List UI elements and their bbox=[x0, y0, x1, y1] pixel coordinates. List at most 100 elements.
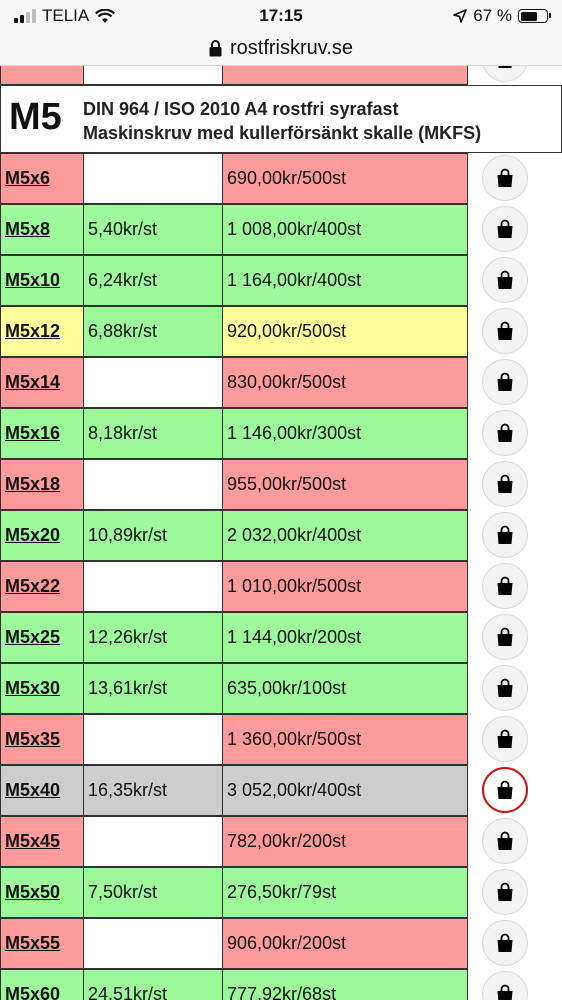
shopping-bag-icon bbox=[497, 321, 513, 340]
product-name-cell: M5x16 bbox=[0, 408, 84, 459]
product-type: Maskinskruv med kullerförsänkt skalle (M… bbox=[83, 123, 482, 143]
shopping-bag-icon bbox=[497, 678, 513, 697]
pack-price-cell: 2 032,00kr/400st bbox=[222, 510, 468, 561]
size-code: M5 bbox=[9, 96, 62, 138]
status-indicators: 67 % bbox=[453, 6, 551, 26]
product-link[interactable]: M5x50 bbox=[5, 882, 60, 903]
product-name-cell: M5x45 bbox=[0, 816, 84, 867]
product-link[interactable]: M5x45 bbox=[5, 831, 60, 852]
product-name-cell: M5x12 bbox=[0, 306, 84, 357]
product-name-cell: M5x40 bbox=[0, 765, 84, 816]
shopping-bag-icon bbox=[497, 882, 513, 901]
product-link[interactable]: M5x16 bbox=[5, 423, 60, 444]
product-name-cell: M5x60 bbox=[0, 969, 84, 1000]
table-row: M5x6 690,00kr/500st bbox=[0, 153, 562, 204]
product-name-cell: M5x50 bbox=[0, 867, 84, 918]
shopping-bag-icon bbox=[497, 576, 513, 595]
pack-price-cell: 1 146,00kr/300st bbox=[222, 408, 468, 459]
table-row: M5x18 955,00kr/500st bbox=[0, 459, 562, 510]
add-to-cart-button[interactable] bbox=[482, 359, 528, 405]
shopping-bag-icon bbox=[497, 168, 513, 187]
status-bar: TELIA 17:15 67 % bbox=[0, 0, 562, 32]
product-link[interactable]: M5x8 bbox=[5, 219, 50, 240]
pack-price-cell: 1 360,00kr/500st bbox=[222, 714, 468, 765]
product-link[interactable]: M5x30 bbox=[5, 678, 60, 699]
location-arrow-icon bbox=[453, 9, 468, 23]
section-description: DIN 964 / ISO 2010 A4 rostfri syrafast M… bbox=[83, 97, 481, 145]
add-to-cart-button[interactable] bbox=[482, 461, 528, 507]
shopping-bag-icon bbox=[497, 525, 513, 544]
product-name-cell: M5x20 bbox=[0, 510, 84, 561]
unit-price-cell bbox=[83, 561, 223, 612]
product-name-cell: M5x55 bbox=[0, 918, 84, 969]
table-row: M5x25 12,26kr/st 1 144,00kr/200st bbox=[0, 612, 562, 663]
product-link[interactable]: M5x20 bbox=[5, 525, 60, 546]
table-row: M5x14 830,00kr/500st bbox=[0, 357, 562, 408]
add-to-cart-button[interactable] bbox=[482, 155, 528, 201]
pack-price-cell: 635,00kr/100st bbox=[222, 663, 468, 714]
product-name-cell: M5x8 bbox=[0, 204, 84, 255]
url-domain: rostfriskruv.se bbox=[230, 37, 353, 59]
add-to-cart-button[interactable] bbox=[482, 614, 528, 660]
product-link[interactable]: M5x40 bbox=[5, 780, 60, 801]
unit-price-cell bbox=[83, 816, 223, 867]
product-name-cell: M5x18 bbox=[0, 459, 84, 510]
unit-price-cell bbox=[83, 153, 223, 204]
section-header: M5 DIN 964 / ISO 2010 A4 rostfri syrafas… bbox=[0, 85, 562, 153]
lock-icon bbox=[209, 40, 222, 57]
unit-price-cell: 6,24kr/st bbox=[83, 255, 223, 306]
product-table: M5 DIN 964 / ISO 2010 A4 rostfri syrafas… bbox=[0, 66, 562, 1000]
shopping-bag-icon bbox=[497, 780, 513, 799]
shopping-bag-icon bbox=[497, 423, 513, 442]
product-link[interactable]: M5x14 bbox=[5, 372, 60, 393]
pack-price-cell: 920,00kr/500st bbox=[222, 306, 468, 357]
shopping-bag-icon bbox=[497, 627, 513, 646]
add-to-cart-button[interactable] bbox=[482, 716, 528, 762]
unit-price-cell: 13,61kr/st bbox=[83, 663, 223, 714]
product-link[interactable]: M5x35 bbox=[5, 729, 60, 750]
product-link[interactable]: M5x25 bbox=[5, 627, 60, 648]
unit-price-cell: 24,51kr/st bbox=[83, 969, 223, 1000]
table-row: M5x60 24,51kr/st 777,92kr/68st bbox=[0, 969, 562, 1000]
table-row: M5x45 782,00kr/200st bbox=[0, 816, 562, 867]
add-to-cart-button[interactable] bbox=[482, 257, 528, 303]
table-row bbox=[0, 66, 562, 85]
add-to-cart-button[interactable] bbox=[482, 665, 528, 711]
battery-percent: 67 % bbox=[473, 6, 512, 25]
add-to-cart-button[interactable] bbox=[482, 308, 528, 354]
product-link[interactable]: M5x55 bbox=[5, 933, 60, 954]
pack-price-cell: 1 164,00kr/400st bbox=[222, 255, 468, 306]
pack-price-cell: 782,00kr/200st bbox=[222, 816, 468, 867]
address-bar[interactable]: rostfriskruv.se bbox=[0, 32, 562, 66]
pack-price-cell: 777,92kr/68st bbox=[222, 969, 468, 1000]
product-name-cell: M5x10 bbox=[0, 255, 84, 306]
product-link[interactable]: M5x10 bbox=[5, 270, 60, 291]
table-row: M5x30 13,61kr/st 635,00kr/100st bbox=[0, 663, 562, 714]
add-to-cart-button[interactable] bbox=[482, 869, 528, 915]
add-to-cart-button[interactable] bbox=[482, 66, 528, 82]
pack-price-cell: 276,50kr/79st bbox=[222, 867, 468, 918]
product-name-cell: M5x30 bbox=[0, 663, 84, 714]
shopping-bag-icon bbox=[497, 270, 513, 289]
product-link[interactable]: M5x60 bbox=[5, 984, 60, 1000]
unit-price-cell: 6,88kr/st bbox=[83, 306, 223, 357]
table-row: M5x22 1 010,00kr/500st bbox=[0, 561, 562, 612]
add-to-cart-button[interactable] bbox=[482, 512, 528, 558]
add-to-cart-button[interactable] bbox=[482, 206, 528, 252]
table-row: M5x55 906,00kr/200st bbox=[0, 918, 562, 969]
product-link[interactable]: M5x6 bbox=[5, 168, 50, 189]
product-link[interactable]: M5x18 bbox=[5, 474, 60, 495]
battery-icon bbox=[518, 9, 551, 23]
product-link[interactable]: M5x22 bbox=[5, 576, 60, 597]
pack-price-cell: 3 052,00kr/400st bbox=[222, 765, 468, 816]
product-link[interactable]: M5x12 bbox=[5, 321, 60, 342]
add-to-cart-button[interactable] bbox=[482, 767, 528, 813]
add-to-cart-button[interactable] bbox=[482, 410, 528, 456]
unit-price-cell: 12,26kr/st bbox=[83, 612, 223, 663]
add-to-cart-button[interactable] bbox=[482, 971, 528, 1000]
add-to-cart-button[interactable] bbox=[482, 920, 528, 966]
add-to-cart-button[interactable] bbox=[482, 818, 528, 864]
add-to-cart-button[interactable] bbox=[482, 563, 528, 609]
table-row: M5x10 6,24kr/st 1 164,00kr/400st bbox=[0, 255, 562, 306]
unit-price-cell bbox=[83, 357, 223, 408]
